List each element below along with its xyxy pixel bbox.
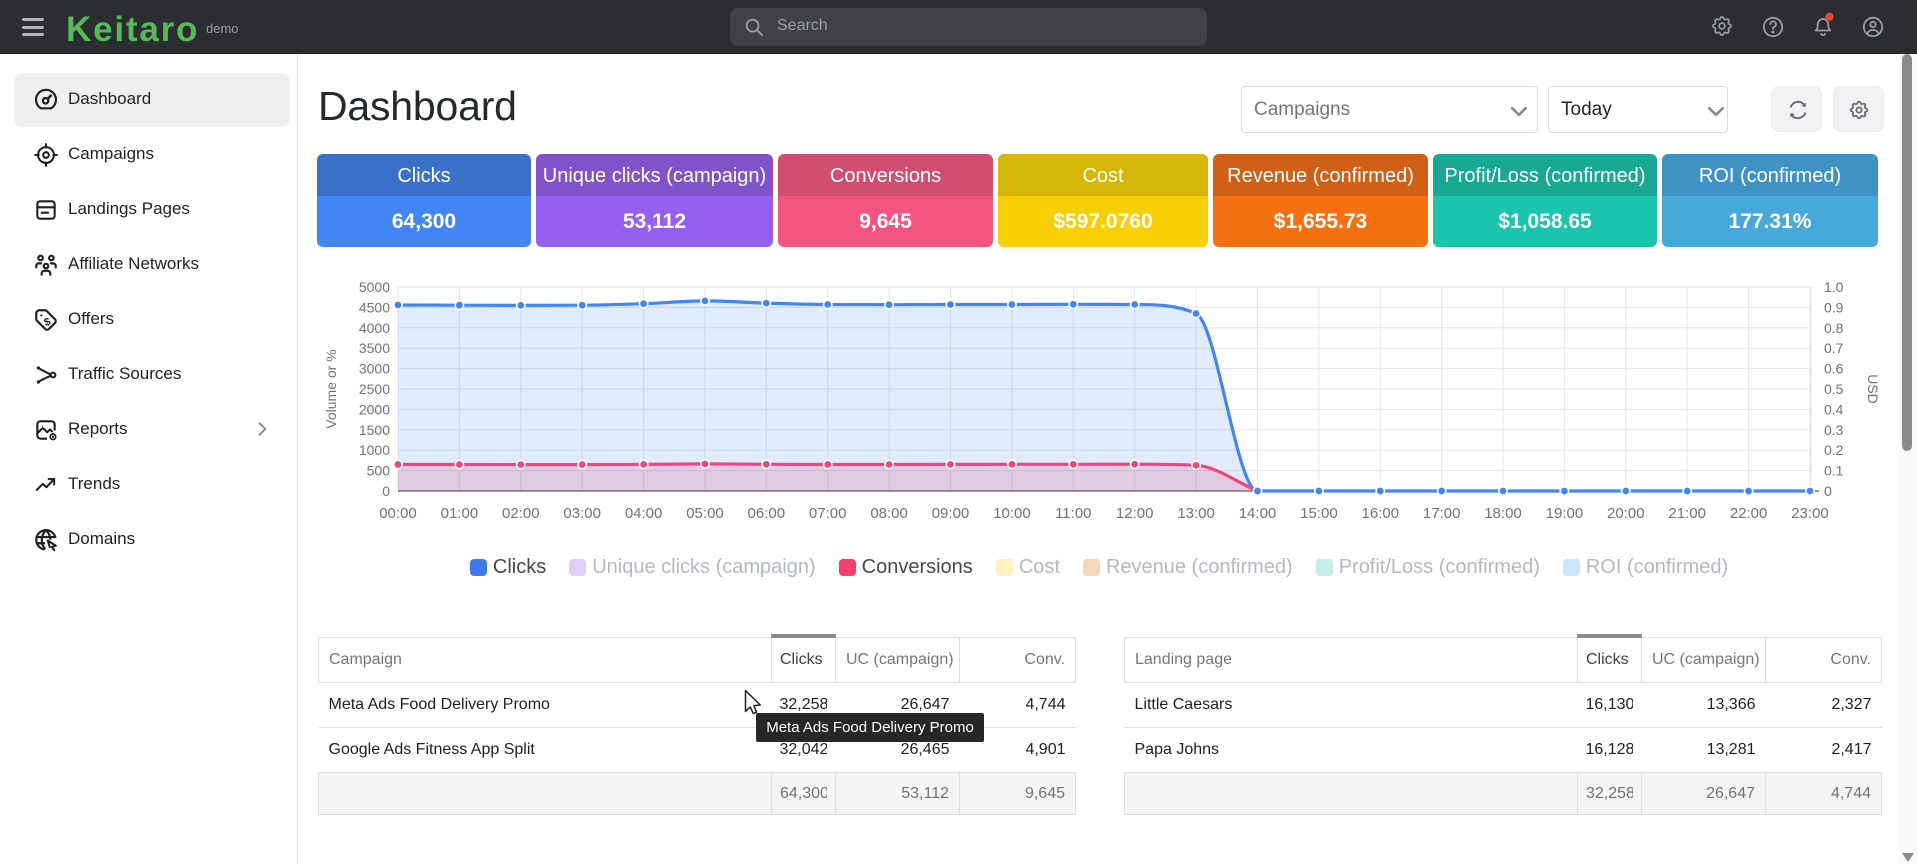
svg-text:3500: 3500 (359, 340, 390, 356)
svg-text:3000: 3000 (359, 361, 390, 377)
svg-text:4000: 4000 (359, 320, 390, 336)
svg-text:17:00: 17:00 (1423, 505, 1461, 522)
svg-text:0.9: 0.9 (1824, 299, 1844, 315)
svg-text:Volume or %: Volume or % (323, 349, 339, 428)
svg-text:01:00: 01:00 (441, 505, 479, 522)
svg-text:22:00: 22:00 (1730, 505, 1768, 522)
svg-text:15:00: 15:00 (1300, 505, 1338, 522)
svg-text:10:00: 10:00 (993, 505, 1031, 522)
svg-text:0.4: 0.4 (1824, 401, 1844, 417)
svg-text:21:00: 21:00 (1668, 505, 1706, 522)
svg-text:02:00: 02:00 (502, 505, 540, 522)
svg-text:07:00: 07:00 (809, 505, 847, 522)
svg-text:0.8: 0.8 (1824, 320, 1844, 336)
svg-text:18:00: 18:00 (1484, 505, 1522, 522)
svg-text:0.2: 0.2 (1824, 442, 1844, 458)
svg-text:0.5: 0.5 (1824, 381, 1844, 397)
svg-text:14:00: 14:00 (1239, 505, 1277, 522)
svg-text:23:00: 23:00 (1791, 505, 1829, 522)
svg-text:16:00: 16:00 (1362, 505, 1400, 522)
svg-text:00:00: 00:00 (379, 505, 417, 522)
svg-text:0.7: 0.7 (1824, 340, 1844, 356)
svg-text:09:00: 09:00 (932, 505, 970, 522)
svg-text:2000: 2000 (359, 401, 390, 417)
svg-text:500: 500 (367, 463, 391, 479)
svg-text:0.6: 0.6 (1824, 361, 1844, 377)
svg-text:1000: 1000 (359, 442, 390, 458)
svg-text:11:00: 11:00 (1055, 505, 1091, 522)
svg-text:13:00: 13:00 (1177, 505, 1215, 522)
svg-text:04:00: 04:00 (625, 505, 663, 522)
svg-text:0: 0 (382, 483, 390, 499)
svg-text:20:00: 20:00 (1607, 505, 1645, 522)
svg-text:12:00: 12:00 (1116, 505, 1154, 522)
svg-text:08:00: 08:00 (870, 505, 908, 522)
svg-text:2500: 2500 (359, 381, 390, 397)
svg-text:0.3: 0.3 (1824, 422, 1844, 438)
svg-text:06:00: 06:00 (748, 505, 786, 522)
svg-text:5000: 5000 (359, 279, 390, 295)
svg-text:0.1: 0.1 (1824, 463, 1844, 479)
svg-text:0: 0 (1824, 483, 1832, 499)
svg-text:USD: USD (1865, 374, 1881, 404)
svg-text:19:00: 19:00 (1546, 505, 1584, 522)
svg-text:1.0: 1.0 (1824, 279, 1844, 295)
svg-text:4500: 4500 (359, 299, 390, 315)
svg-text:1500: 1500 (359, 422, 390, 438)
svg-text:05:00: 05:00 (686, 505, 724, 522)
svg-text:03:00: 03:00 (563, 505, 601, 522)
